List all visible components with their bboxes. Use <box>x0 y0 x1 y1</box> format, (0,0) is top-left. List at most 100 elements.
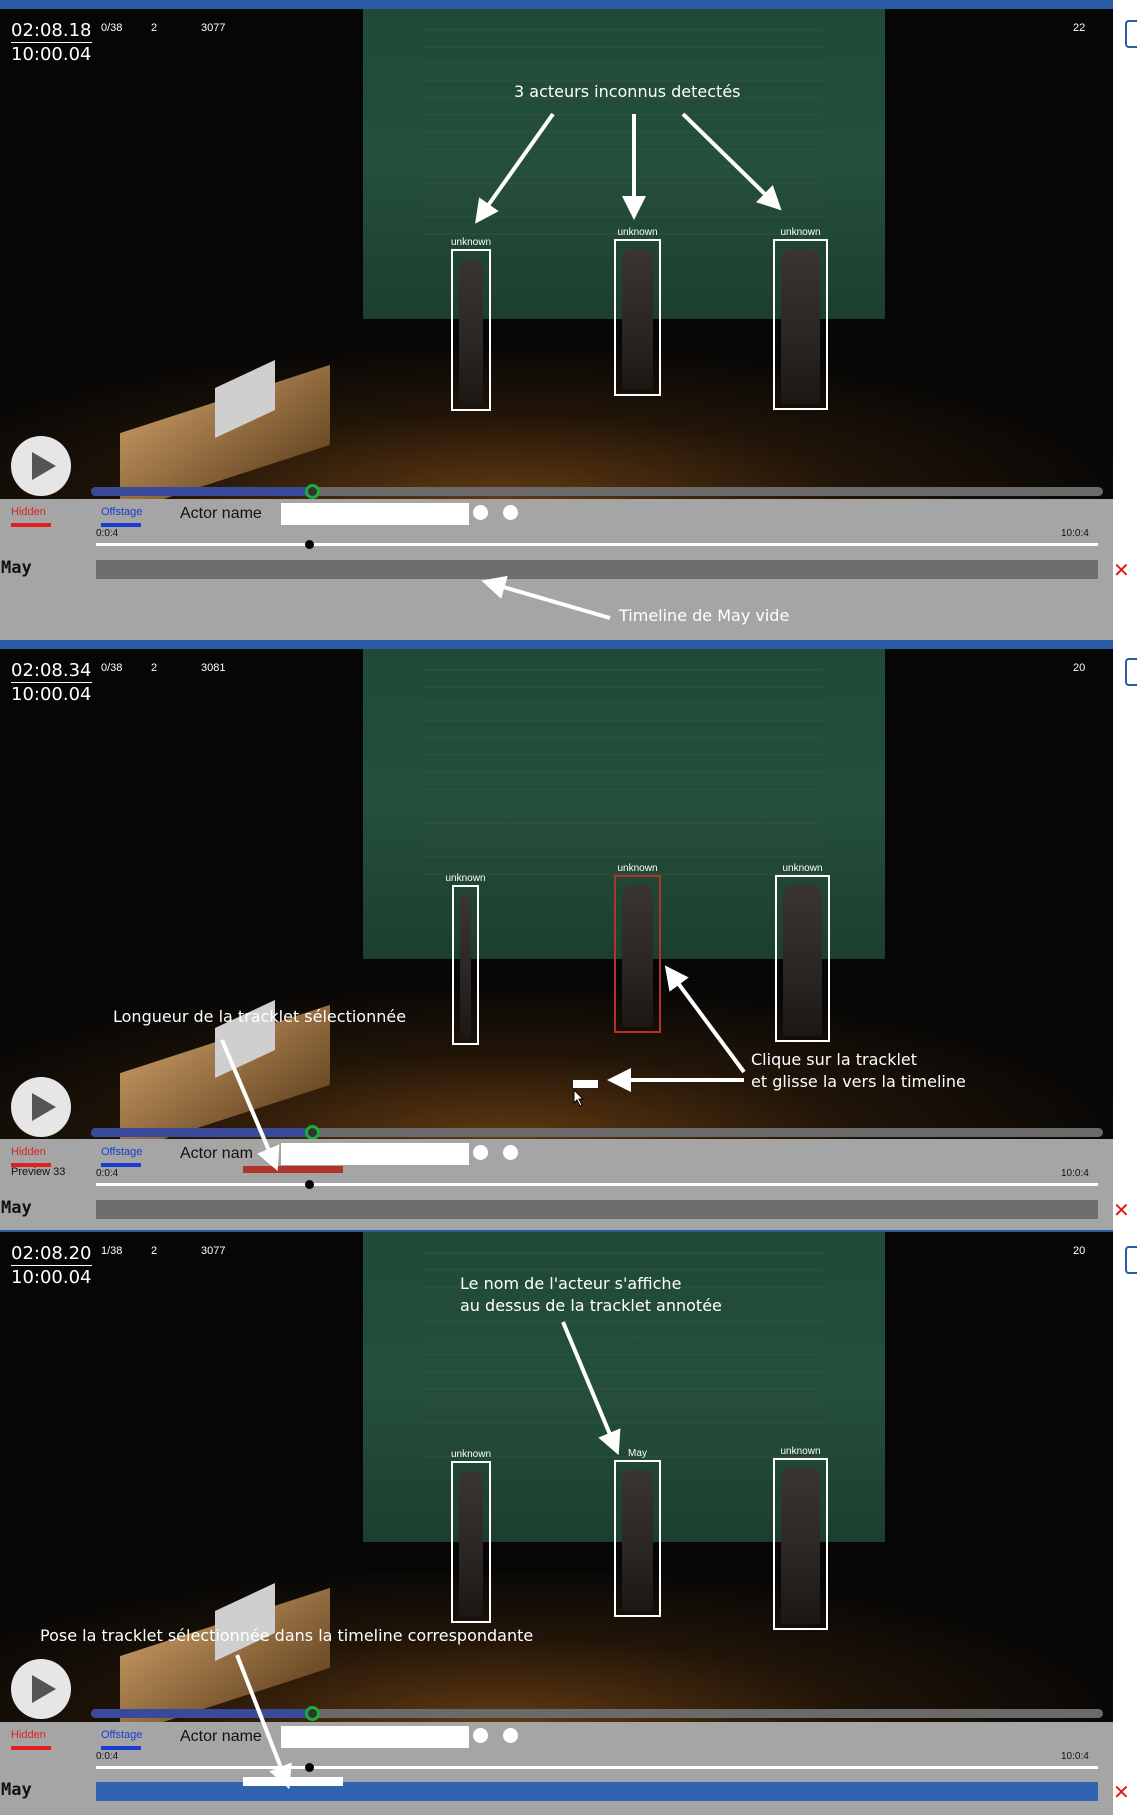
tracklet-scale[interactable] <box>96 1763 1098 1772</box>
annotation-panel-2: 02:08.34 10:00.04 0/38 2 3081 20 unknown… <box>0 640 1137 1289</box>
note-name-line1: Le nom de l'acteur s'affiche <box>460 1274 682 1293</box>
top-bar <box>0 0 1113 9</box>
tracklet-label: unknown <box>450 237 492 248</box>
tracklet-box-annotated[interactable]: May <box>614 1448 661 1617</box>
seek-bar[interactable] <box>91 1706 1103 1721</box>
placed-tracklet[interactable] <box>243 1777 343 1786</box>
tracklet-label: unknown <box>617 863 658 874</box>
hidden-label[interactable]: Hidden <box>11 506 51 527</box>
hidden-label[interactable]: Hidden <box>11 1146 51 1167</box>
seek-handle[interactable] <box>305 1706 320 1721</box>
play-icon <box>32 1675 56 1703</box>
time-start: 0:0:4 <box>96 1168 119 1179</box>
tracklet-preview-bar <box>243 1166 343 1173</box>
side-checkbox[interactable] <box>1125 658 1137 686</box>
note-place-tracklet: Pose la tracklet sélectionnée dans la ti… <box>40 1626 534 1645</box>
play-button[interactable] <box>11 436 71 496</box>
tracklet-position-marker <box>305 1180 314 1189</box>
tracklet-label: May <box>628 1448 647 1459</box>
tracklet-position-marker <box>305 540 314 549</box>
dragged-tracklet[interactable] <box>573 1080 598 1088</box>
annotation-panel-3: 02:08.20 10:00.04 1/38 2 3077 20 unknown… <box>0 1230 1137 1815</box>
time-display: 02:08.34 10:00.04 <box>11 659 92 706</box>
tracklet-box-2[interactable]: unknown <box>614 227 661 396</box>
current-time: 02:08.34 <box>11 660 92 683</box>
seek-handle[interactable] <box>305 1125 320 1139</box>
delete-actor-icon[interactable]: ✕ <box>1113 1198 1130 1222</box>
detection-counter: 0/38 <box>101 22 123 34</box>
actor-name-input[interactable] <box>281 503 469 525</box>
time-end: 10:0:4 <box>1061 1168 1089 1179</box>
play-button[interactable] <box>11 1077 71 1137</box>
hidden-label[interactable]: Hidden <box>11 1729 51 1750</box>
actor-name-input[interactable] <box>281 1143 469 1165</box>
tracklet-box-1[interactable]: unknown <box>451 1449 491 1623</box>
actor-row-name: May <box>1 1198 32 1218</box>
offstage-label[interactable]: Offstage <box>101 506 142 527</box>
frame-number: 3077 <box>201 22 226 34</box>
annotation-area: Hidden Offstage Actor name 0:0:4 10:0:4 … <box>0 1722 1113 1815</box>
tracklet-label: unknown <box>780 1446 821 1457</box>
right-value: 22 <box>1073 22 1086 34</box>
actor-name-label: Actor nam <box>180 1145 253 1162</box>
actor-timeline-may[interactable] <box>96 560 1098 579</box>
duration: 10:00.04 <box>11 44 92 65</box>
note-empty-timeline: Timeline de May vide <box>619 606 790 625</box>
tracklet-box-1[interactable]: unknown <box>445 873 486 1045</box>
play-icon <box>32 452 56 480</box>
time-end: 10:0:4 <box>1061 1751 1089 1762</box>
track-count: 2 <box>151 662 158 674</box>
duration: 10:00.04 <box>11 684 92 705</box>
radio-option-1[interactable] <box>473 1145 488 1160</box>
video-frame[interactable]: 02:08.34 10:00.04 0/38 2 3081 20 unknown… <box>0 649 1113 1139</box>
seek-bar[interactable] <box>91 484 1103 499</box>
tracklet-label: unknown <box>782 863 823 874</box>
tracklet-label: unknown <box>617 227 658 238</box>
detection-counter: 0/38 <box>101 662 123 674</box>
side-checkbox[interactable] <box>1125 20 1137 48</box>
play-button[interactable] <box>11 1659 71 1719</box>
delete-actor-icon[interactable]: ✕ <box>1113 558 1130 582</box>
seek-bar[interactable] <box>91 1125 1103 1139</box>
tracklet-box-3[interactable]: unknown <box>773 227 828 410</box>
track-count: 2 <box>151 22 158 34</box>
video-frame[interactable]: 02:08.18 10:00.04 0/38 2 3077 22 unknown… <box>0 9 1113 499</box>
tracklet-box-3[interactable]: unknown <box>773 1446 828 1630</box>
radio-option-1[interactable] <box>473 1728 488 1743</box>
offstage-label[interactable]: Offstage <box>101 1729 142 1750</box>
actor-timeline-may[interactable] <box>96 1200 1098 1219</box>
side-checkbox[interactable] <box>1125 1246 1137 1274</box>
tracklet-box-selected[interactable]: unknown <box>614 863 661 1033</box>
radio-option-2[interactable] <box>503 1728 518 1743</box>
note-tracklet-length: Longueur de la tracklet sélectionnée <box>113 1007 407 1026</box>
note-drag-line1: Clique sur la tracklet <box>751 1050 918 1069</box>
current-time: 02:08.18 <box>11 20 92 43</box>
tracklet-scale[interactable] <box>96 540 1098 549</box>
tracklet-scale[interactable] <box>96 1180 1098 1189</box>
play-icon <box>32 1093 56 1121</box>
actor-name-label: Actor name <box>180 505 262 522</box>
note-unknown-actors: 3 acteurs inconnus detectés <box>514 82 741 101</box>
radio-option-2[interactable] <box>503 1145 518 1160</box>
actor-name-input[interactable] <box>281 1726 469 1748</box>
tracklet-position-marker <box>305 1763 314 1772</box>
tracklet-label: unknown <box>780 227 821 238</box>
tracklet-box-3[interactable]: unknown <box>775 863 830 1042</box>
current-time: 02:08.20 <box>11 1243 92 1266</box>
delete-actor-icon[interactable]: ✕ <box>1113 1780 1130 1804</box>
note-drag-line2: et glisse la vers la timeline <box>751 1072 966 1091</box>
tracklet-box-1[interactable]: unknown <box>451 237 491 411</box>
radio-option-1[interactable] <box>473 505 488 520</box>
actor-name-label: Actor name <box>180 1728 262 1745</box>
detection-counter: 1/38 <box>101 1245 123 1257</box>
video-frame[interactable]: 02:08.20 10:00.04 1/38 2 3077 20 unknown… <box>0 1232 1113 1722</box>
radio-option-2[interactable] <box>503 505 518 520</box>
time-start: 0:0:4 <box>96 1751 119 1762</box>
actor-row-name: May <box>1 1780 32 1800</box>
right-value: 20 <box>1073 1245 1086 1257</box>
actor-timeline-may[interactable] <box>96 1777 1098 1801</box>
seek-handle[interactable] <box>305 484 320 499</box>
frame-number: 3081 <box>201 662 226 674</box>
note-name-line2: au dessus de la tracklet annotée <box>460 1296 722 1315</box>
offstage-label[interactable]: Offstage <box>101 1146 142 1167</box>
